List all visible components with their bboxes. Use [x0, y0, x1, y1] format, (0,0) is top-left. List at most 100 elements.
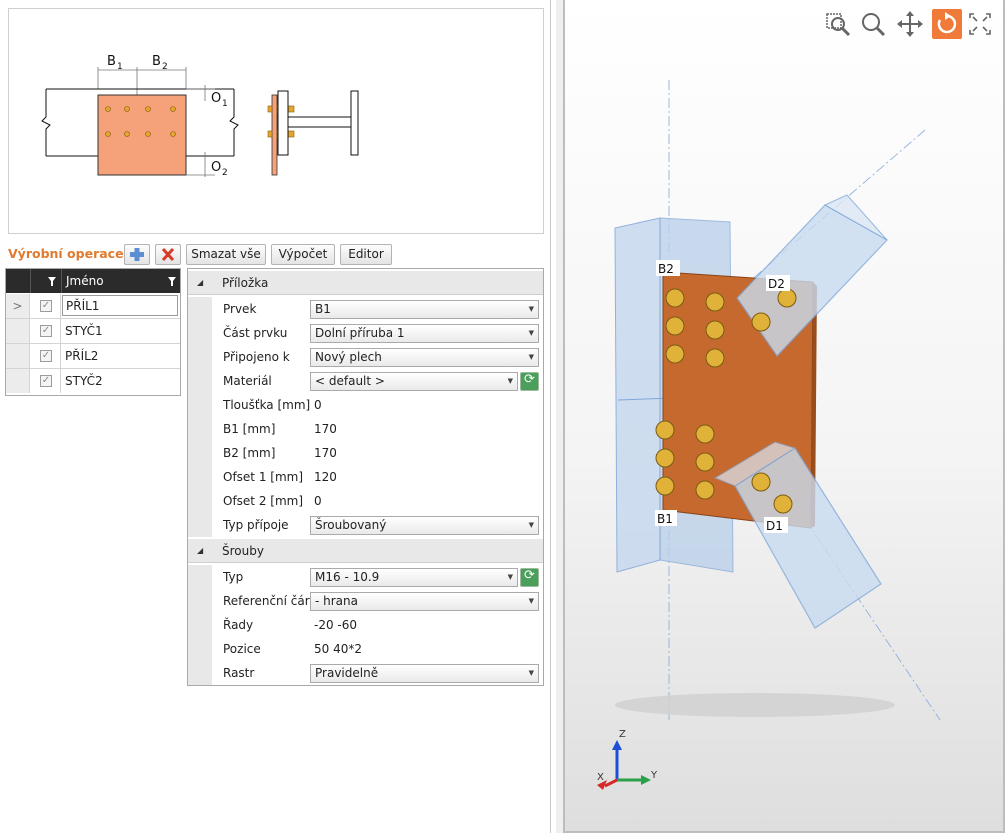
- thickness-value[interactable]: 0: [314, 393, 322, 417]
- connected-to-select[interactable]: Nový plech ▼: [310, 348, 539, 367]
- operation-checkbox[interactable]: ✓: [40, 375, 52, 387]
- operation-row[interactable]: ✓ PŘÍL2: [6, 344, 180, 369]
- editor-button[interactable]: Editor: [340, 244, 392, 265]
- zoom-window-icon: [826, 13, 851, 37]
- name-column-header[interactable]: Jméno: [66, 269, 104, 293]
- delete-icon: [161, 247, 175, 262]
- property-label: Prvek: [223, 302, 257, 316]
- connection-type-select-value: Šroubovaný: [315, 518, 387, 532]
- operations-title: Výrobní operace: [8, 246, 124, 261]
- o2-subscript: 2: [222, 168, 228, 178]
- bolts-section-header[interactable]: ◢ Šrouby: [188, 539, 543, 563]
- bolt-type-select-value: M16 - 10.9: [315, 570, 380, 584]
- member-select[interactable]: B1 ▼: [310, 300, 539, 319]
- plate-schematic: B 1 B 2 O 1 O 2: [41, 54, 359, 178]
- fit-all-button[interactable]: [965, 9, 995, 39]
- grid-select[interactable]: Pravidelně ▼: [310, 664, 539, 683]
- property-row-b1: B1 [mm] 170: [188, 417, 543, 441]
- pan-icon: [897, 11, 923, 37]
- axis-y-label: Y: [650, 770, 658, 781]
- operation-row[interactable]: > ✓ PŘÍL1: [6, 294, 180, 319]
- property-label: B2 [mm]: [223, 446, 276, 460]
- b2-value[interactable]: 170: [314, 441, 337, 465]
- dropdown-arrow-icon: ▼: [507, 377, 513, 385]
- o1-label: O: [211, 91, 221, 106]
- operation-row[interactable]: ✓ STYČ1: [6, 319, 180, 344]
- operation-checkbox[interactable]: ✓: [40, 300, 52, 312]
- bolt-type-refresh-icon[interactable]: [520, 568, 539, 587]
- dropdown-arrow-icon: ▼: [528, 329, 534, 337]
- reference-line-select[interactable]: - hrana ▼: [310, 592, 539, 611]
- collapse-triangle-icon[interactable]: ◢: [197, 278, 203, 287]
- operation-checkbox[interactable]: ✓: [40, 350, 52, 362]
- material-select[interactable]: < default > ▼: [310, 372, 518, 391]
- add-operation-button[interactable]: [124, 244, 150, 265]
- rows-value[interactable]: -20 -60: [314, 613, 357, 637]
- bolt-type-select[interactable]: M16 - 10.9 ▼: [310, 568, 518, 587]
- clear-all-button[interactable]: Smazat vše: [186, 244, 266, 265]
- model-scene[interactable]: B2 D2 B1 D1 Z Y X: [565, 0, 1005, 831]
- b1-value[interactable]: 170: [314, 417, 337, 441]
- member-part-select[interactable]: Dolní příruba 1 ▼: [310, 324, 539, 343]
- plate-section-header[interactable]: ◢ Příložka: [188, 271, 543, 295]
- collapse-triangle-icon[interactable]: ◢: [197, 546, 203, 555]
- property-label: Referenční čára: [223, 594, 318, 608]
- calculate-button[interactable]: Výpočet: [271, 244, 335, 265]
- b1-label: B: [107, 54, 116, 69]
- row-selector: [6, 344, 30, 368]
- property-row-b2: B2 [mm] 170: [188, 441, 543, 465]
- property-label: Pozice: [223, 642, 261, 656]
- property-label: Rastr: [223, 666, 255, 680]
- property-label: Řady: [223, 618, 254, 632]
- offset1-value[interactable]: 120: [314, 465, 337, 489]
- property-label: Část prvku: [223, 326, 288, 340]
- label-d2: D2: [768, 277, 785, 291]
- fit-all-icon: [969, 13, 991, 35]
- zoom-window-button[interactable]: [823, 9, 853, 39]
- bolts-section-title: Šrouby: [222, 544, 264, 558]
- brace-d1[interactable]: [713, 441, 882, 629]
- connection-type-select[interactable]: Šroubovaný ▼: [310, 516, 539, 535]
- operations-list: Jméno > ✓ PŘÍL1 ✓ STYČ1 ✓ PŘÍL2 ✓ STYČ2: [5, 268, 181, 396]
- b2-label: B: [152, 54, 161, 69]
- property-row-member: Prvek B1 ▼: [188, 297, 543, 321]
- property-row-thickness: Tloušťka [mm] 0: [188, 393, 543, 417]
- connected-to-select-value: Nový plech: [315, 350, 382, 364]
- member-select-value: B1: [315, 302, 331, 316]
- property-label: B1 [mm]: [223, 422, 276, 436]
- property-row-connected-to: Připojeno k Nový plech ▼: [188, 345, 543, 369]
- property-label: Ofset 2 [mm]: [223, 494, 304, 508]
- label-b1: B1: [657, 512, 673, 526]
- operation-name: PŘÍL1: [62, 295, 178, 316]
- o1-subscript: 1: [222, 99, 228, 109]
- offset2-value[interactable]: 0: [314, 489, 322, 513]
- property-row-grid: Rastr Pravidelně ▼: [188, 661, 543, 685]
- delete-operation-button[interactable]: [155, 244, 181, 265]
- row-selector: [6, 369, 30, 393]
- axis-z-label: Z: [619, 729, 626, 740]
- positions-value[interactable]: 50 40*2: [314, 637, 362, 661]
- property-row-member-part: Část prvku Dolní příruba 1 ▼: [188, 321, 543, 345]
- member-part-select-value: Dolní příruba 1: [315, 326, 405, 340]
- 3d-viewport[interactable]: B2 D2 B1 D1 Z Y X: [563, 0, 1005, 833]
- property-label: Tloušťka [mm]: [223, 398, 311, 412]
- pan-button[interactable]: [895, 9, 925, 39]
- left-panel: B 1 B 2 O 1 O 2 Výrobní operace Smazat v…: [0, 0, 551, 833]
- zoom-button[interactable]: [858, 9, 888, 39]
- property-row-offset1: Ofset 1 [mm] 120: [188, 465, 543, 489]
- dropdown-arrow-icon: ▼: [528, 353, 534, 361]
- operation-row[interactable]: ✓ STYČ2: [6, 369, 180, 394]
- rotate-button[interactable]: [932, 9, 962, 39]
- property-row-positions: Pozice 50 40*2: [188, 637, 543, 661]
- material-refresh-icon[interactable]: [520, 372, 539, 391]
- dropdown-arrow-icon: ▼: [507, 573, 513, 581]
- dropdown-arrow-icon: ▼: [528, 521, 534, 529]
- axes-triad: Z Y X: [597, 729, 658, 790]
- b2-subscript: 2: [162, 62, 168, 72]
- operation-checkbox[interactable]: ✓: [40, 325, 52, 337]
- property-row-bolt-type: Typ M16 - 10.9 ▼: [188, 565, 543, 589]
- operation-name: STYČ1: [65, 324, 103, 338]
- property-row-offset2: Ofset 2 [mm] 0: [188, 489, 543, 513]
- property-row-material: Materiál < default > ▼: [188, 369, 543, 393]
- label-d1: D1: [766, 519, 783, 533]
